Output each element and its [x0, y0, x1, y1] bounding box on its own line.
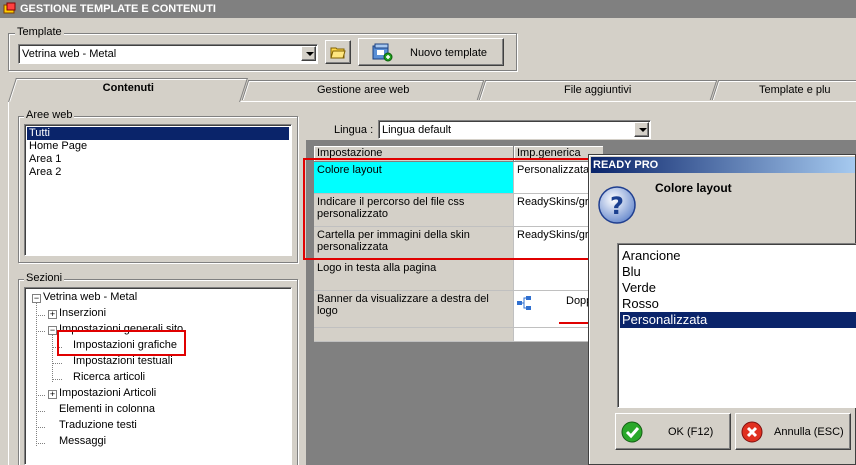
grid-cell-setting[interactable]: Logo in testa alla pagina [314, 260, 514, 291]
aree-web-label: Aree web [24, 109, 75, 121]
collapse-icon[interactable]: − [32, 294, 41, 303]
tree-node-ricerca-articoli[interactable]: Ricerca articoli [73, 371, 145, 383]
tree-node-messaggi[interactable]: Messaggi [59, 435, 106, 447]
folder-icon [330, 47, 346, 59]
cancel-label: Annulla (ESC) [774, 426, 844, 438]
tree-node-vetrina[interactable]: Vetrina web - Metal [43, 291, 137, 303]
tree-node-impostazioni-testuali[interactable]: Impostazioni testuali [73, 355, 173, 367]
grid-cell-setting[interactable]: Banner da visualizzare a destra del logo [314, 291, 514, 328]
list-item[interactable]: Rosso [620, 296, 856, 312]
window-title-bar: GESTIONE TEMPLATE E CONTENUTI [0, 0, 856, 18]
list-item[interactable]: Personalizzata [620, 312, 856, 328]
lingua-select-value: Lingua default [382, 124, 452, 136]
list-item[interactable]: Area 2 [27, 166, 289, 179]
new-template-button[interactable]: Nuovo template [358, 38, 504, 66]
window-title: GESTIONE TEMPLATE E CONTENUTI [20, 3, 216, 15]
tree-node-impostazioni-articoli[interactable]: Impostazioni Articoli [59, 387, 156, 399]
checkmark-icon [621, 421, 643, 443]
color-options-list[interactable]: Arancione Blu Verde Rosso Personalizzata [617, 243, 856, 408]
colore-layout-dialog: READY PRO ? Colore layout Arancione Blu … [588, 154, 856, 465]
sezioni-label: Sezioni [24, 272, 65, 284]
annotation-box-grafiche [57, 330, 186, 356]
tab-file-aggiuntivi[interactable]: File aggiuntivi [478, 80, 718, 100]
app-icon [3, 2, 16, 14]
lingua-select[interactable]: Lingua default [378, 120, 651, 139]
close-icon [741, 421, 763, 443]
annotation-box-grid [303, 158, 591, 260]
ok-label: OK (F12) [668, 426, 714, 438]
chevron-down-icon[interactable] [634, 122, 649, 137]
tab-contenuti[interactable]: Contenuti [8, 78, 248, 102]
dialog-heading: Colore layout [655, 181, 732, 195]
aree-web-list[interactable]: Tutti Home Page Area 1 Area 2 [24, 124, 292, 256]
expand-icon[interactable]: + [48, 390, 57, 399]
tab-gestione-aree-web[interactable]: Gestione aree web [241, 80, 485, 100]
sezioni-tree[interactable]: − Vetrina web - Metal + Inserzioni − Imp… [24, 287, 292, 465]
grid-cell-setting[interactable] [314, 328, 514, 342]
new-template-label: Nuovo template [410, 47, 488, 59]
chevron-down-icon[interactable] [301, 46, 316, 61]
tree-node-traduzione-testi[interactable]: Traduzione testi [59, 419, 137, 431]
dialog-title: READY PRO [591, 157, 855, 173]
tree-node-elementi-colonna[interactable]: Elementi in colonna [59, 403, 155, 415]
expand-icon[interactable]: + [48, 310, 57, 319]
list-item[interactable]: Verde [620, 280, 856, 296]
template-select-value: Vetrina web - Metal [22, 48, 117, 60]
tab-template-e-plugin[interactable]: Template e plu [711, 80, 856, 100]
lingua-label: Lingua : [334, 124, 374, 136]
list-item[interactable]: Home Page [27, 140, 289, 153]
collapse-icon[interactable]: − [48, 326, 57, 335]
list-item[interactable]: Blu [620, 264, 856, 280]
list-item[interactable]: Area 1 [27, 153, 289, 166]
list-item[interactable]: Tutti [27, 127, 289, 140]
svg-text:?: ? [610, 192, 624, 220]
template-group-label: Template [15, 26, 64, 38]
new-template-icon [372, 43, 393, 62]
open-folder-button[interactable] [325, 40, 351, 64]
sitemap-icon [517, 296, 531, 310]
cancel-button[interactable]: Annulla (ESC) [735, 413, 851, 450]
list-item[interactable]: Arancione [620, 248, 856, 264]
question-icon: ? [598, 186, 636, 224]
tree-node-inserzioni[interactable]: Inserzioni [59, 307, 106, 319]
ok-button[interactable]: OK (F12) [615, 413, 731, 450]
template-select[interactable]: Vetrina web - Metal [18, 44, 318, 64]
